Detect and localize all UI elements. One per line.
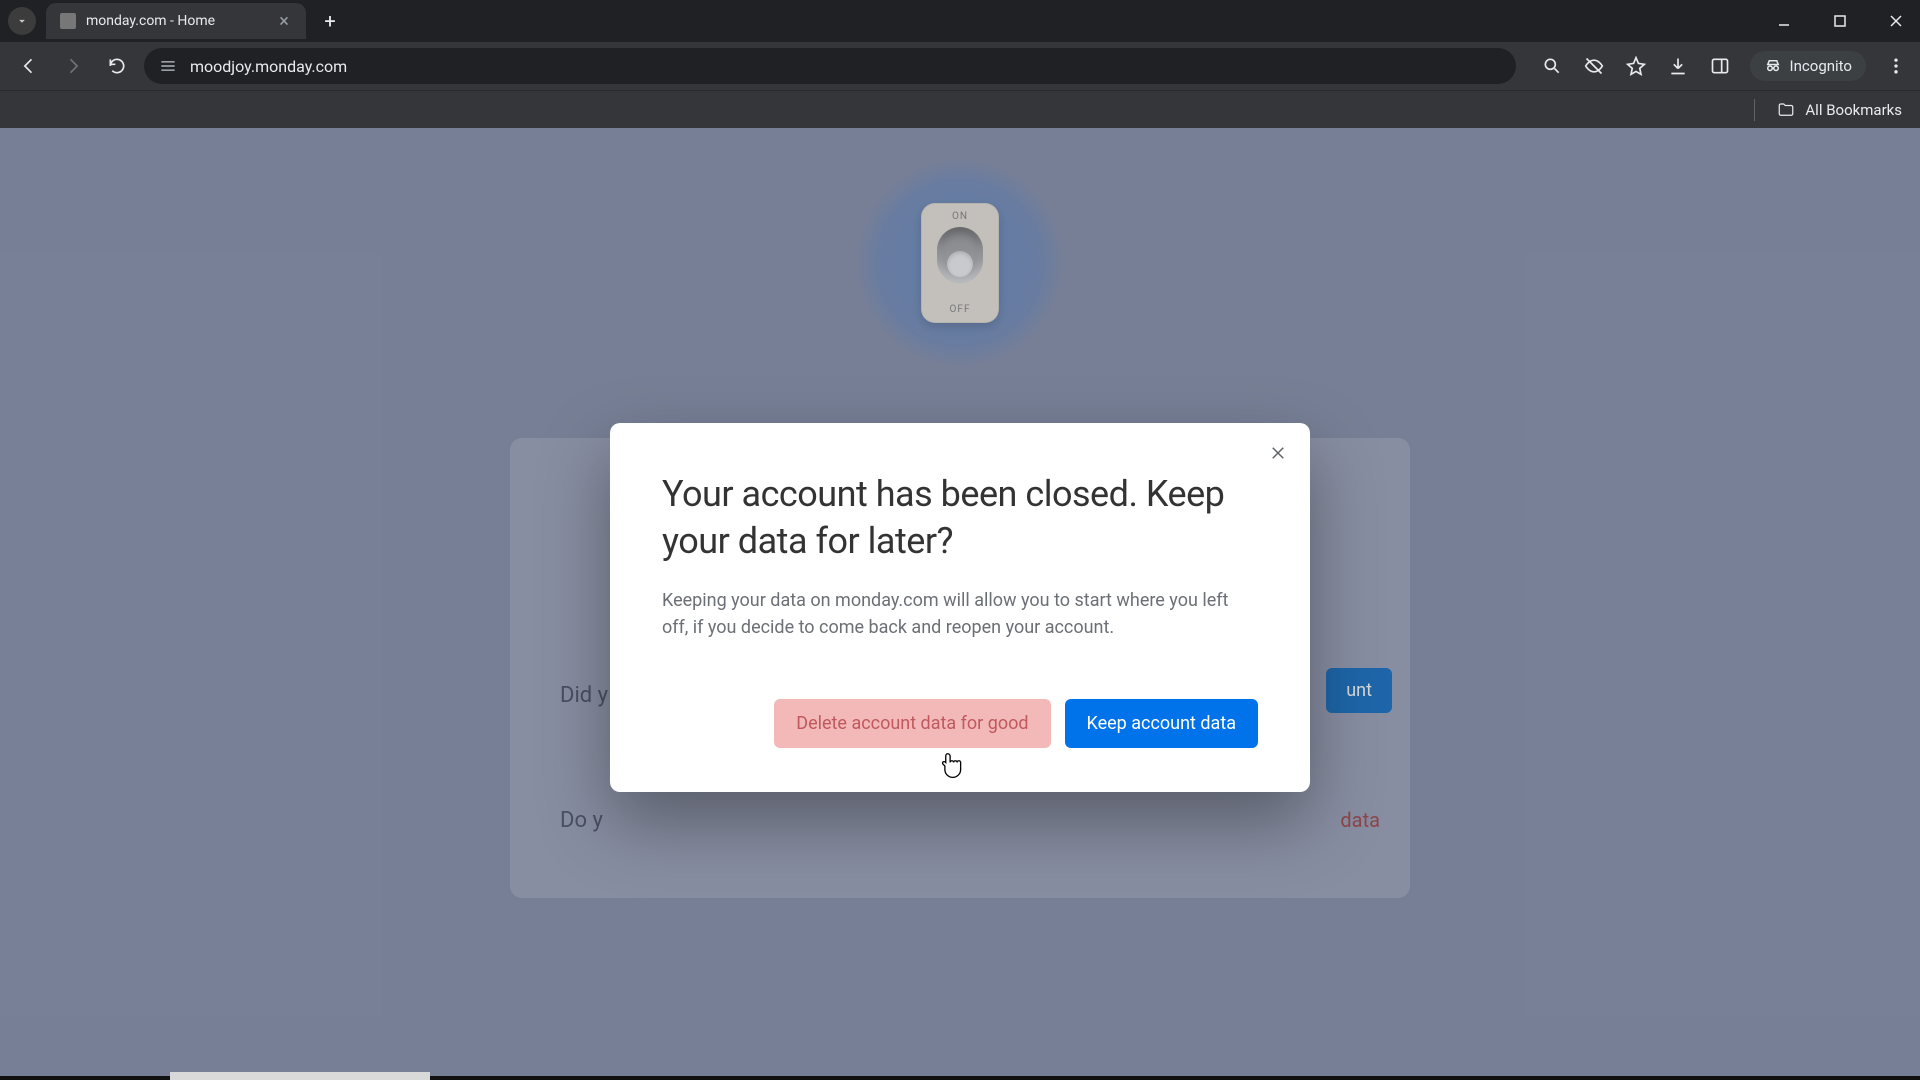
zoom-icon[interactable] bbox=[1540, 54, 1564, 78]
nav-forward-icon bbox=[56, 49, 90, 83]
window-controls bbox=[1768, 0, 1912, 42]
browser-chrome: monday.com - Home × + moodjoy.monday.com bbox=[0, 0, 1920, 128]
nav-reload-icon[interactable] bbox=[100, 49, 134, 83]
all-bookmarks-button[interactable]: All Bookmarks bbox=[1805, 101, 1902, 119]
tab-search-dropdown[interactable] bbox=[8, 7, 36, 35]
window-maximize-icon[interactable] bbox=[1824, 5, 1856, 37]
eye-off-icon[interactable] bbox=[1582, 54, 1606, 78]
account-closed-modal: Your account has been closed. Keep your … bbox=[610, 423, 1310, 792]
modal-body-text: Keeping your data on monday.com will all… bbox=[662, 587, 1252, 641]
bookmark-star-icon[interactable] bbox=[1624, 54, 1648, 78]
address-bar[interactable]: moodjoy.monday.com bbox=[144, 48, 1516, 84]
window-close-icon[interactable] bbox=[1880, 5, 1912, 37]
window-minimize-icon[interactable] bbox=[1768, 5, 1800, 37]
bookmarks-separator bbox=[1754, 99, 1755, 121]
new-tab-button[interactable]: + bbox=[316, 7, 344, 35]
downloads-icon[interactable] bbox=[1666, 54, 1690, 78]
bookmarks-bar: All Bookmarks bbox=[0, 90, 1920, 128]
modal-close-button[interactable] bbox=[1264, 439, 1292, 467]
modal-actions: Delete account data for good Keep accoun… bbox=[662, 699, 1258, 748]
nav-back-icon[interactable] bbox=[12, 49, 46, 83]
close-icon bbox=[1269, 444, 1287, 462]
side-panel-icon[interactable] bbox=[1708, 54, 1732, 78]
modal-title: Your account has been closed. Keep your … bbox=[662, 471, 1258, 565]
site-settings-icon[interactable] bbox=[158, 56, 178, 76]
page-viewport: ON OFF Did y unt Do y data Your account … bbox=[0, 128, 1920, 1080]
incognito-label: Incognito bbox=[1790, 57, 1852, 75]
taskbar-hint bbox=[0, 1076, 1920, 1080]
keep-account-data-button[interactable]: Keep account data bbox=[1065, 699, 1258, 748]
toolbar-right-icons: Incognito bbox=[1526, 51, 1908, 81]
folder-icon bbox=[1777, 101, 1795, 119]
tab-strip: monday.com - Home × + bbox=[0, 0, 1920, 42]
incognito-chip[interactable]: Incognito bbox=[1750, 51, 1866, 81]
delete-account-data-button[interactable]: Delete account data for good bbox=[774, 699, 1050, 748]
address-url: moodjoy.monday.com bbox=[190, 57, 347, 76]
browser-menu-icon[interactable] bbox=[1884, 54, 1908, 78]
browser-toolbar: moodjoy.monday.com Incognito bbox=[0, 42, 1920, 90]
tab-favicon bbox=[60, 13, 76, 29]
tab-close-icon[interactable]: × bbox=[276, 13, 292, 29]
browser-tab[interactable]: monday.com - Home × bbox=[46, 3, 306, 39]
tab-title: monday.com - Home bbox=[86, 13, 266, 29]
